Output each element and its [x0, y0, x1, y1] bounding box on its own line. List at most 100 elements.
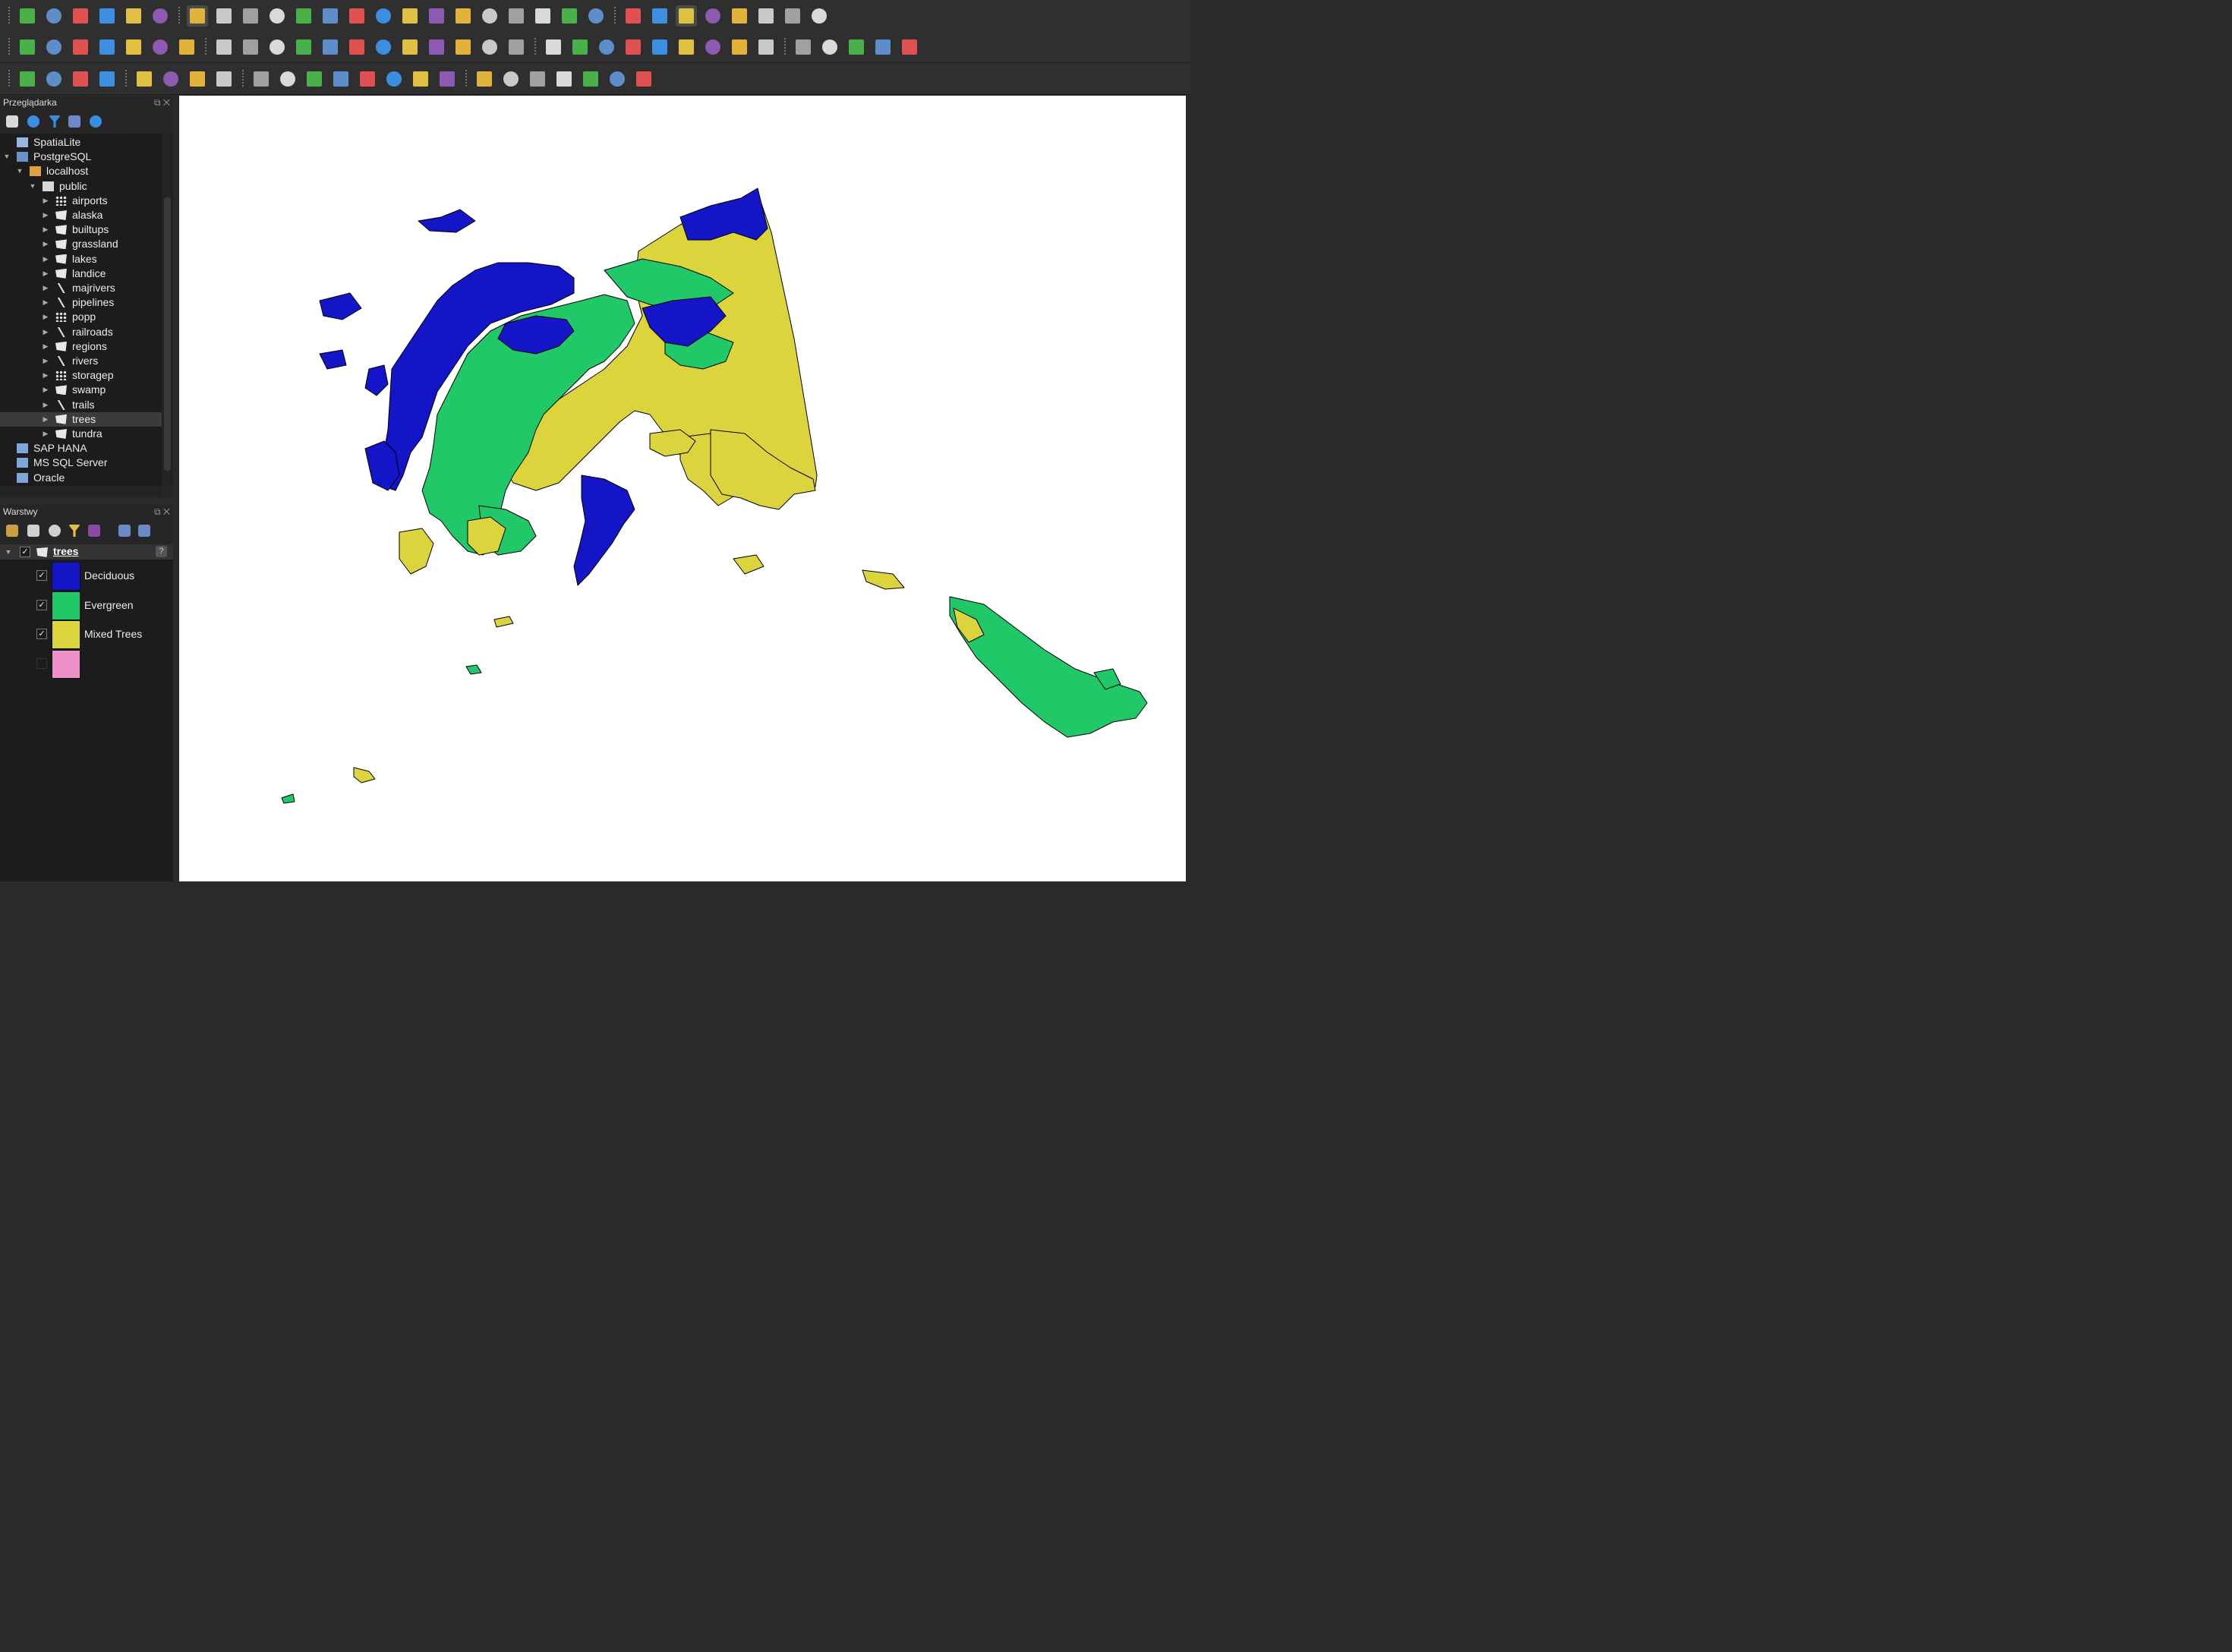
data-source-manager-button[interactable]	[17, 36, 38, 58]
legend-item-checkbox[interactable]: ✓	[36, 629, 47, 639]
browser-horizontal-scrollbar[interactable]	[0, 486, 162, 497]
advanced-digitizing-button[interactable]	[134, 68, 155, 90]
expand-arrow-right-icon[interactable]: ▶	[42, 412, 49, 427]
panel-float-close-controls[interactable]: ⧉ ✕	[154, 97, 170, 109]
legend-item[interactable]	[0, 649, 173, 679]
legend-item[interactable]: ✓ Evergreen	[0, 591, 173, 620]
toolbar-handle[interactable]	[178, 6, 181, 25]
save-project-button[interactable]	[70, 5, 91, 27]
toolbar-handle[interactable]	[534, 37, 537, 56]
new-project-button[interactable]	[17, 5, 38, 27]
label-toolbar-button[interactable]	[543, 36, 564, 58]
panel-splitter[interactable]	[0, 498, 173, 505]
expand-arrow-right-icon[interactable]: ▶	[42, 368, 49, 383]
zoom-last-button[interactable]	[399, 5, 421, 27]
new-print-layout-button[interactable]	[96, 5, 118, 27]
toolbar-handle[interactable]	[8, 69, 11, 88]
geometry-checker-button[interactable]	[580, 68, 601, 90]
collapse-all-icon[interactable]	[68, 115, 80, 128]
temporal-controller-button[interactable]	[559, 5, 580, 27]
toggle-processing-button[interactable]	[676, 5, 697, 27]
save-layer-edits-button[interactable]	[266, 36, 288, 58]
properties-info-icon[interactable]	[90, 115, 102, 128]
expand-arrow-right-icon[interactable]: ▶	[42, 222, 49, 237]
html-annotation-button[interactable]	[410, 68, 431, 90]
pan-to-selection-button[interactable]	[213, 5, 235, 27]
expand-arrow-right-icon[interactable]: ▶	[42, 281, 49, 295]
browser-item-landice[interactable]: ▶ landice	[0, 266, 162, 281]
layout-manager-button[interactable]	[123, 5, 144, 27]
expand-arrow-right-icon[interactable]: ▶	[42, 354, 49, 368]
shape-digitizing-button[interactable]	[160, 68, 181, 90]
select-by-value-button[interactable]	[43, 68, 65, 90]
change-label-button[interactable]	[729, 36, 750, 58]
map-tips-button[interactable]	[782, 5, 803, 27]
zoom-in-button[interactable]	[240, 5, 261, 27]
digitize-line-button[interactable]	[293, 36, 314, 58]
current-edits-button[interactable]	[213, 36, 235, 58]
modify-attributes-button[interactable]	[346, 36, 367, 58]
zoom-native-resolution-button[interactable]	[373, 5, 394, 27]
identify-info-button[interactable]	[607, 68, 628, 90]
filter-by-expression-icon[interactable]	[88, 525, 100, 537]
rotate-label-button[interactable]	[702, 36, 724, 58]
layer-styling-icon[interactable]	[6, 525, 18, 537]
zoom-out-button[interactable]	[266, 5, 288, 27]
browser-scrollbar-thumb[interactable]	[164, 197, 171, 471]
filter-browser-icon[interactable]	[49, 115, 61, 128]
browser-item-trails[interactable]: ▶ trails	[0, 398, 162, 412]
toolbar-handle[interactable]	[613, 6, 616, 25]
add-vertex-button[interactable]	[304, 68, 325, 90]
copy-features-button[interactable]	[426, 36, 447, 58]
undo-button[interactable]	[479, 36, 500, 58]
measure-line-button[interactable]	[755, 5, 777, 27]
filter-legend-icon[interactable]	[68, 525, 80, 537]
expand-arrow-right-icon[interactable]: ▶	[42, 339, 49, 354]
expand-arrow-right-icon[interactable]: ▶	[42, 252, 49, 266]
add-selected-layers-icon[interactable]	[6, 115, 18, 128]
zoom-to-selection-button[interactable]	[320, 5, 341, 27]
show-bookmarks-button[interactable]	[532, 5, 553, 27]
expand-arrow-right-icon[interactable]: ▶	[42, 194, 49, 208]
style-manager-button[interactable]	[150, 5, 171, 27]
expand-arrow-down-icon[interactable]: ▼	[29, 179, 36, 194]
gps-track-button[interactable]	[793, 36, 814, 58]
north-arrow-button[interactable]	[500, 68, 522, 90]
toolbar-handle[interactable]	[8, 37, 11, 56]
browser-item-public[interactable]: ▼ public	[0, 179, 162, 194]
settings-wrench-button[interactable]	[633, 68, 654, 90]
zoom-full-button[interactable]	[293, 5, 314, 27]
browser-item-regions[interactable]: ▶ regions	[0, 339, 162, 354]
expand-arrow-right-icon[interactable]: ▶	[42, 325, 49, 339]
browser-item-popp[interactable]: ▶ popp	[0, 310, 162, 324]
toolbar-handle[interactable]	[783, 37, 787, 56]
browser-item-postgresql[interactable]: ▼ PostgreSQL	[0, 150, 162, 164]
expand-arrow-right-icon[interactable]: ▶	[42, 427, 49, 441]
zoom-next-button[interactable]	[426, 5, 447, 27]
legend-item[interactable]: ✓ Deciduous	[0, 561, 173, 591]
browser-item-sap-hana[interactable]: SAP HANA	[0, 441, 162, 456]
expand-arrow-down-icon[interactable]: ▼	[3, 150, 11, 164]
browser-item-rivers[interactable]: ▶ rivers	[0, 354, 162, 368]
qgis-cloud-button[interactable]	[872, 36, 894, 58]
add-group-icon[interactable]	[27, 525, 39, 537]
identify-features-button[interactable]	[623, 5, 644, 27]
browser-item-localhost[interactable]: ▼ localhost	[0, 164, 162, 178]
browser-item-pipelines[interactable]: ▶ pipelines	[0, 295, 162, 310]
open-project-button[interactable]	[43, 5, 65, 27]
move-diagram-button[interactable]	[755, 36, 777, 58]
move-label-button[interactable]	[676, 36, 697, 58]
snapping-button[interactable]	[187, 68, 208, 90]
browser-item-spatialite[interactable]: SpatiaLite	[0, 135, 162, 150]
manage-map-themes-icon[interactable]	[49, 525, 61, 537]
toolbar-handle[interactable]	[8, 6, 11, 25]
deselect-all-button[interactable]	[70, 68, 91, 90]
favorite-star-button[interactable]	[357, 68, 378, 90]
pin-label-button[interactable]	[623, 36, 644, 58]
toolbar-handle[interactable]	[241, 69, 244, 88]
select-move-annotation-button[interactable]	[277, 68, 298, 90]
layer-row-trees[interactable]: ▼ ✓ trees ?	[0, 544, 173, 560]
help-question-icon[interactable]: ?	[156, 546, 167, 557]
browser-item-majrivers[interactable]: ▶ majrivers	[0, 281, 162, 295]
expand-arrow-right-icon[interactable]: ▶	[42, 295, 49, 310]
